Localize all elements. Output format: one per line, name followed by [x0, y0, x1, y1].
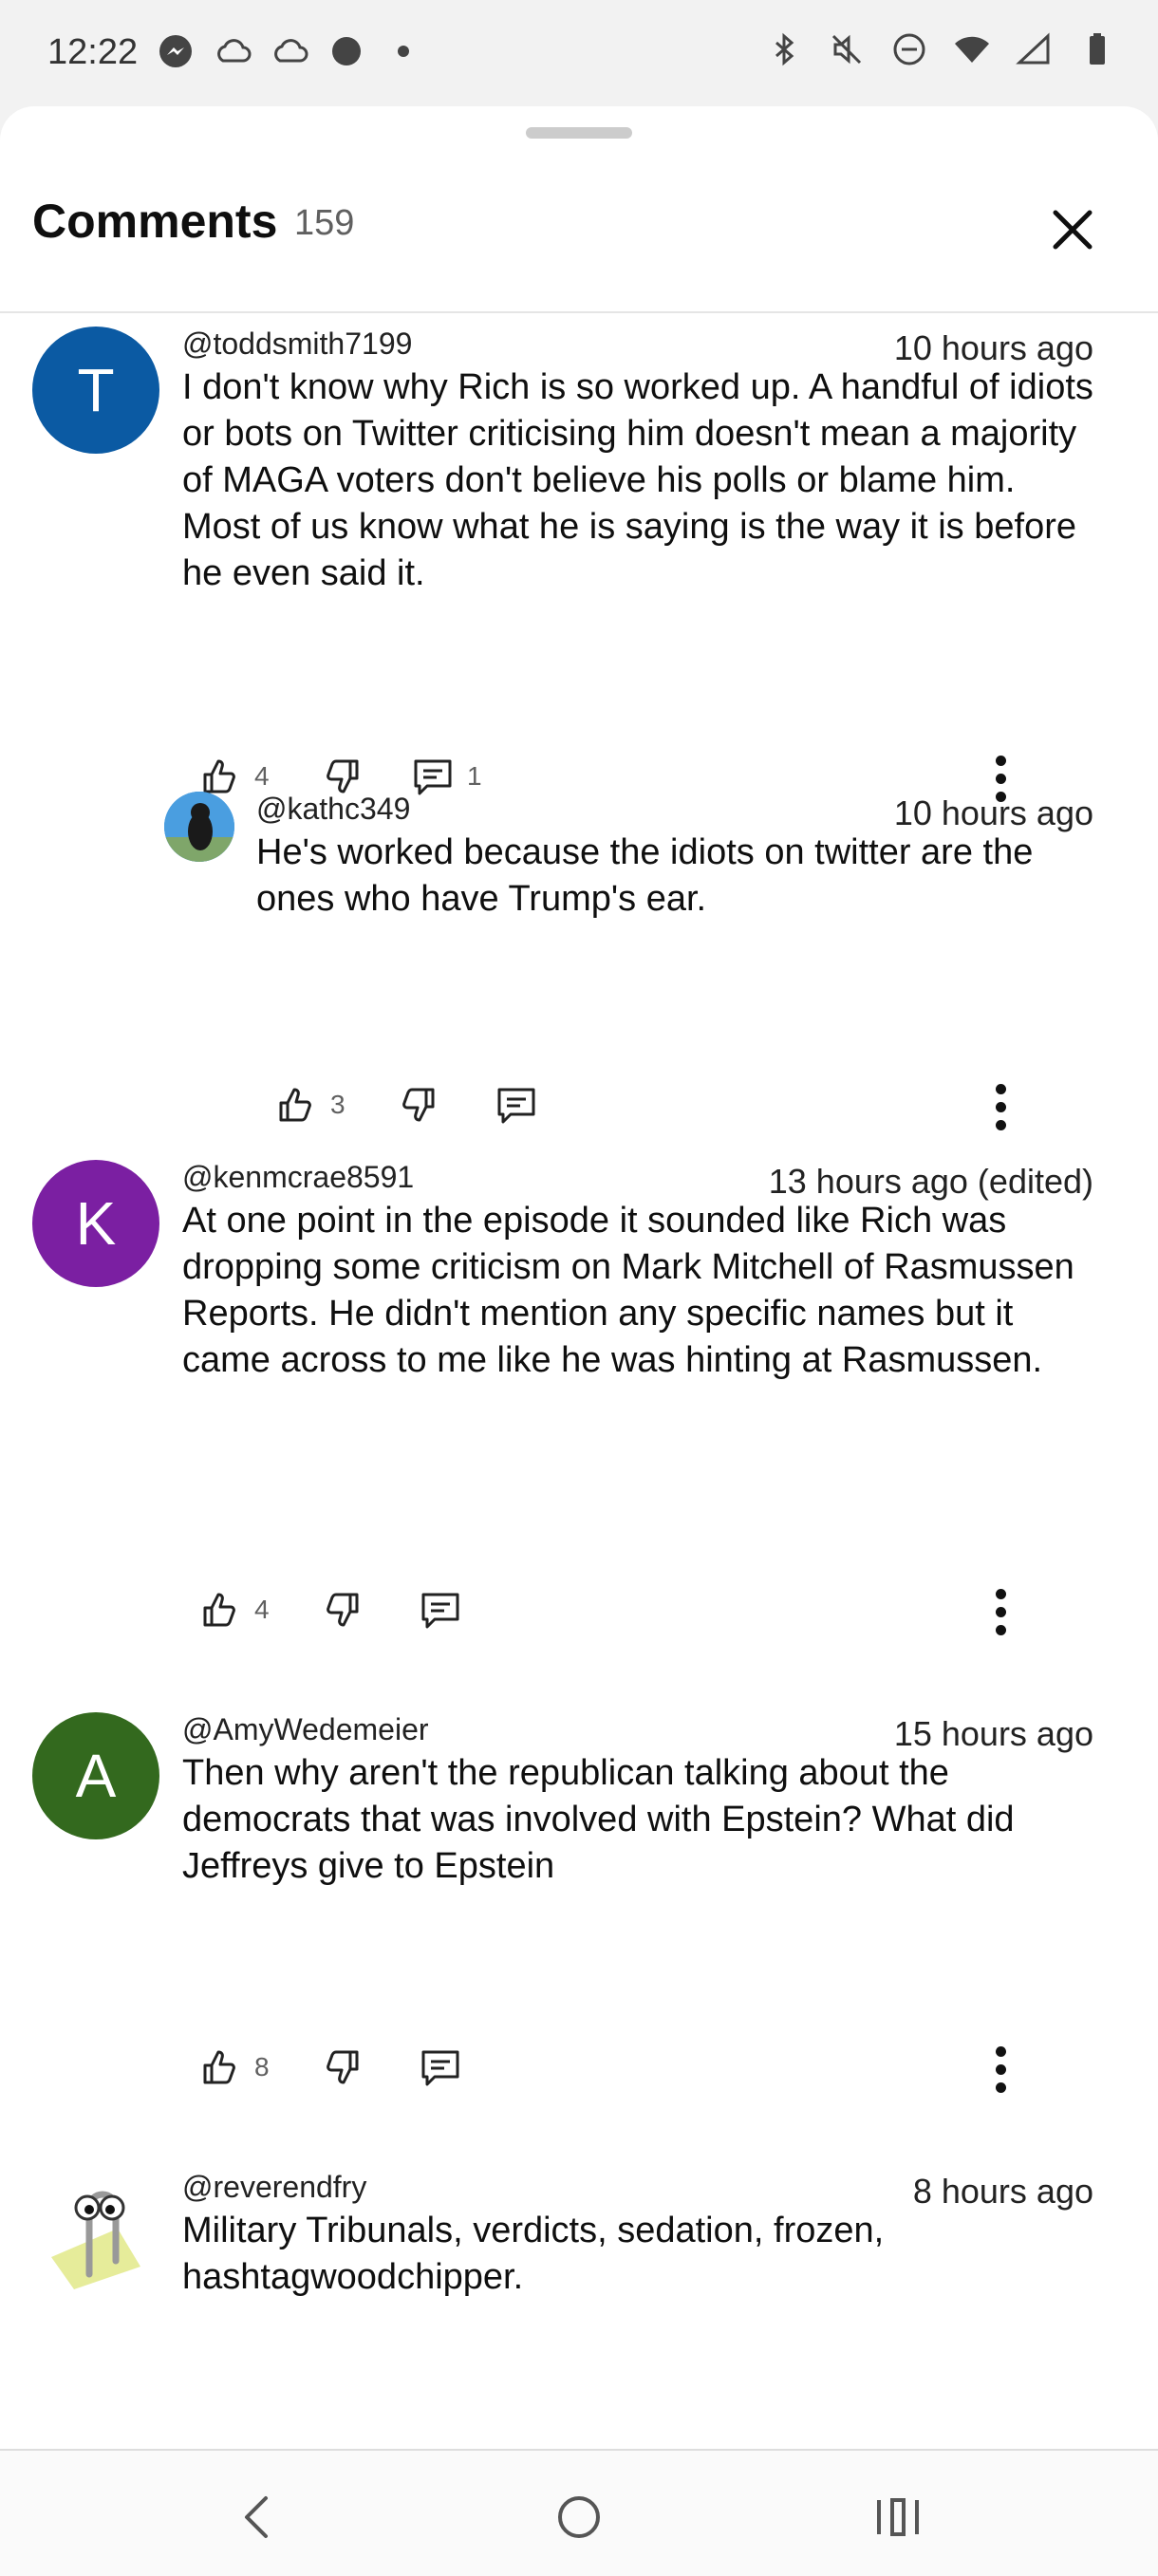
more-options-icon[interactable]	[993, 1084, 1008, 1135]
more-options-icon[interactable]	[993, 2046, 1008, 2098]
cloud-icon	[214, 32, 252, 70]
home-icon[interactable]	[551, 2489, 607, 2546]
reply-button[interactable]	[495, 1084, 537, 1126]
comment-time: 10 hours ago	[893, 793, 1093, 832]
reply-icon	[421, 2050, 459, 2086]
avatar[interactable]: A	[32, 1712, 159, 1839]
like-button[interactable]: 8	[199, 2046, 270, 2088]
back-icon[interactable]	[230, 2489, 287, 2546]
thumbs-up-icon	[203, 1593, 235, 1627]
comments-count: 159	[294, 203, 355, 243]
comment-text: I don't know why Rich is so worked up. A…	[182, 367, 1093, 593]
signal-icon	[1016, 30, 1054, 68]
like-count: 8	[254, 2052, 270, 2081]
system-nav-bar	[0, 2449, 1158, 2576]
comments-title: Comments	[32, 195, 278, 248]
reply-button[interactable]	[420, 1589, 461, 1631]
like-count: 4	[254, 1595, 270, 1624]
comment-text: At one point in the episode it sounded l…	[182, 1201, 1074, 1380]
comment-author[interactable]: @kathc349	[256, 792, 410, 827]
reply-icon	[414, 759, 452, 795]
dog-photo-icon	[164, 792, 234, 862]
comment-text: He's worked because the idiots on twitte…	[256, 832, 1034, 919]
thumbs-up-icon	[203, 759, 235, 793]
comments-sheet: Comments 159 T @toddsmith7199 10 hours a…	[0, 106, 1158, 2449]
messenger-icon	[157, 32, 195, 70]
avatar[interactable]	[164, 792, 234, 862]
thumbs-down-icon	[402, 1088, 435, 1122]
comment-text: Then why aren't the republican talking a…	[182, 1753, 1015, 1886]
comment-author[interactable]: @AmyWedemeier	[182, 1712, 429, 1747]
battery-icon	[1078, 30, 1116, 68]
reply-count: 1	[467, 761, 482, 791]
dislike-button[interactable]	[321, 2046, 363, 2088]
cloud-icon	[271, 32, 308, 70]
comment-author[interactable]: @toddsmith7199	[182, 327, 412, 362]
mute-icon	[828, 30, 866, 68]
thumbs-down-icon	[327, 2050, 359, 2084]
dnd-icon	[890, 30, 928, 68]
comment-time: 10 hours ago	[893, 328, 1093, 367]
header-divider	[0, 311, 1158, 313]
comment-text: Military Tribunals, verdicts, sedation, …	[182, 2211, 885, 2297]
like-count: 3	[330, 1090, 346, 1119]
dot-icon	[327, 32, 365, 70]
dislike-button[interactable]	[321, 1589, 363, 1631]
like-count: 4	[254, 761, 270, 791]
status-bar: 12:22	[0, 0, 1158, 106]
reply-button[interactable]: 1	[412, 756, 482, 797]
wifi-icon	[953, 30, 991, 68]
bluetooth-icon	[765, 30, 803, 68]
reply-icon	[497, 1088, 535, 1124]
comment-author[interactable]: @kenmcrae8591	[182, 1160, 414, 1195]
avatar[interactable]: T	[32, 327, 159, 454]
like-button[interactable]: 4	[199, 1589, 270, 1631]
comment-time: 8 hours ago	[912, 2172, 1093, 2211]
thumbs-up-icon	[279, 1088, 311, 1122]
comment-time: 13 hours ago (edited)	[768, 1162, 1093, 1201]
comment-time: 15 hours ago	[893, 1714, 1093, 1753]
paperclip-avatar-icon	[51, 2191, 140, 2289]
thumbs-up-icon	[203, 2050, 235, 2084]
more-options-icon[interactable]	[993, 1589, 1008, 1640]
comments-header: Comments 159	[0, 106, 1158, 254]
like-button[interactable]: 3	[275, 1084, 346, 1126]
avatar[interactable]: K	[32, 1160, 159, 1287]
thumbs-down-icon	[327, 1593, 359, 1627]
comment-author[interactable]: @reverendfry	[182, 2170, 366, 2205]
recents-icon[interactable]	[869, 2489, 926, 2546]
close-icon[interactable]	[1044, 201, 1101, 258]
reply-button[interactable]	[420, 2046, 461, 2088]
reply-icon	[421, 1593, 459, 1629]
avatar[interactable]	[32, 2170, 159, 2297]
dislike-button[interactable]	[397, 1084, 439, 1126]
small-dot-icon	[384, 32, 422, 70]
